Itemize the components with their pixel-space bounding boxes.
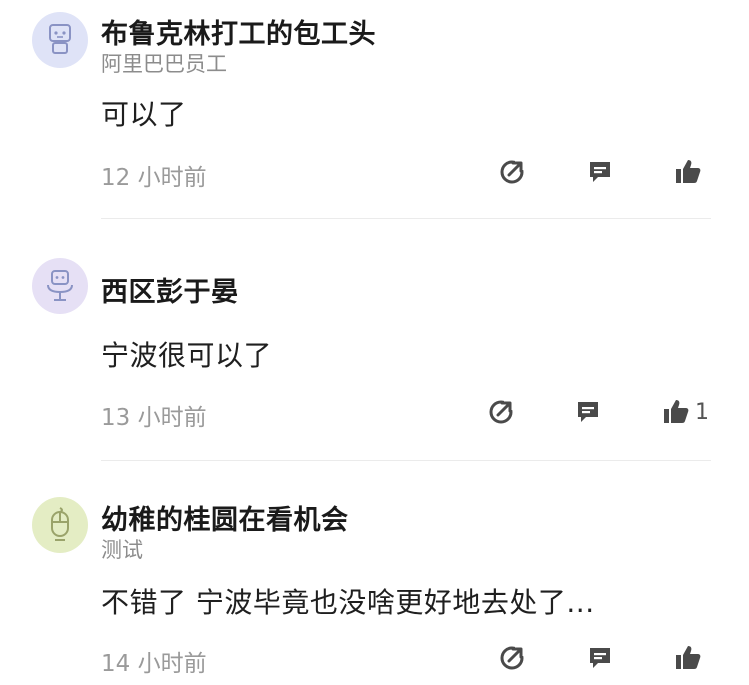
comment-time: 13 小时前	[101, 405, 207, 431]
thumbs-up-icon	[676, 646, 701, 669]
user-subtitle: 测试	[101, 538, 143, 562]
comment-text: 可以了	[101, 98, 187, 131]
like-button[interactable]: 1	[661, 397, 709, 427]
username[interactable]: 布鲁克林打工的包工头	[101, 12, 376, 51]
like-button[interactable]	[673, 157, 707, 187]
reply-button[interactable]	[574, 398, 602, 426]
thumbs-up-icon	[676, 160, 701, 183]
share-button[interactable]	[498, 644, 526, 672]
like-count: 1	[695, 399, 709, 425]
comment-icon	[578, 402, 598, 422]
comment-time: 14 小时前	[101, 651, 207, 677]
share-button[interactable]	[487, 398, 515, 426]
reply-button[interactable]	[586, 644, 614, 672]
username[interactable]: 西区彭于晏	[101, 270, 239, 309]
robot-chair-icon	[47, 270, 73, 301]
divider	[101, 460, 711, 461]
share-icon	[500, 160, 525, 184]
share-button[interactable]	[498, 158, 526, 186]
reply-button[interactable]	[586, 158, 614, 186]
comment-time: 12 小时前	[101, 165, 207, 191]
share-icon	[500, 646, 525, 670]
divider	[101, 218, 711, 219]
user-subtitle: 阿里巴巴员工	[101, 52, 227, 76]
username[interactable]: 幼稚的桂圆在看机会	[101, 498, 349, 537]
thumbs-up-icon	[664, 400, 689, 423]
avatar[interactable]	[32, 497, 88, 553]
avatar[interactable]	[32, 12, 88, 68]
comment-text: 宁波很可以了	[101, 339, 273, 372]
avatar[interactable]	[32, 258, 88, 314]
like-button[interactable]	[673, 643, 707, 673]
comment-text: 不错了 宁波毕竟也没啥更好地去处了...	[101, 586, 595, 619]
comment-icon	[590, 648, 610, 668]
comment-icon	[590, 162, 610, 182]
robot-icon	[49, 24, 71, 54]
share-icon	[489, 400, 514, 424]
mouse-icon	[51, 507, 69, 541]
